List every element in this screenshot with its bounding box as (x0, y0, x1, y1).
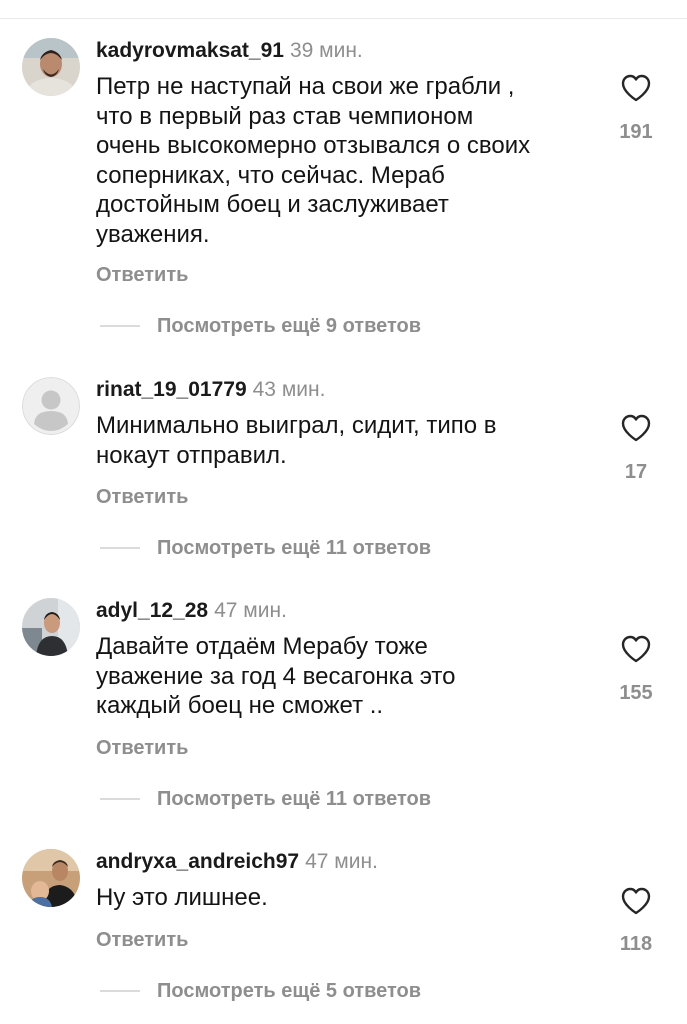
heart-outline-icon (621, 414, 651, 442)
comment-text: Ну это лишнее. (96, 884, 268, 911)
thread-line (100, 990, 140, 992)
timestamp: 47 мин. (305, 850, 378, 873)
like-button[interactable] (612, 887, 660, 915)
thread-line (100, 798, 140, 800)
view-replies-button[interactable]: Посмотреть ещё 5 ответов (100, 979, 421, 1003)
reply-button[interactable]: Ответить (96, 929, 188, 952)
avatar[interactable] (22, 377, 80, 435)
comment-header: rinat_19_01779 43 мин. (96, 377, 325, 403)
view-replies-button[interactable]: Посмотреть ещё 11 ответов (100, 536, 431, 560)
like-count: 118 (619, 933, 653, 955)
timestamp: 47 мин. (214, 599, 287, 622)
timestamp: 39 мин. (289, 39, 363, 62)
avatar-photo (22, 598, 80, 656)
comment-text: Давайте отдаём Мерабу тоже уважение за г… (96, 633, 456, 719)
view-replies-label: Посмотреть ещё 11 ответов (157, 536, 432, 559)
username[interactable]: adyl_12_28 (96, 599, 208, 622)
like-button[interactable] (612, 74, 660, 102)
comment-header: andryxa_andreich97 47 мин. (96, 849, 378, 875)
thread-line (100, 547, 140, 549)
heart-outline-icon (621, 887, 651, 915)
avatar[interactable] (22, 849, 80, 907)
timestamp: 43 мин. (252, 378, 326, 401)
avatar[interactable] (22, 38, 80, 96)
reply-button[interactable]: Ответить (96, 737, 188, 760)
view-replies-label: Посмотреть ещё 9 ответов (157, 314, 422, 337)
avatar[interactable] (22, 598, 80, 656)
username[interactable]: andryxa_andreich97 (96, 850, 299, 873)
comment-text: Минимально выиграл, сидит, типо в нокаут… (96, 412, 497, 469)
heart-outline-icon (621, 635, 651, 663)
like-count: 155 (619, 682, 653, 704)
view-replies-label: Посмотреть ещё 5 ответов (157, 979, 422, 1002)
person-silhouette-icon (22, 377, 80, 435)
like-count: 191 (619, 121, 653, 143)
like-button[interactable] (612, 635, 660, 663)
view-replies-button[interactable]: Посмотреть ещё 11 ответов (100, 787, 431, 811)
comment-text: Петр не наступай на свои же грабли , что… (96, 73, 531, 248)
view-replies-label: Посмотреть ещё 11 ответов (157, 787, 432, 810)
view-replies-button[interactable]: Посмотреть ещё 9 ответов (100, 314, 421, 338)
like-count: 17 (624, 461, 648, 483)
comment-header: kadyrovmaksat_91 39 мин. (96, 38, 363, 64)
like-button[interactable] (612, 414, 660, 442)
heart-outline-icon (621, 74, 651, 102)
avatar-photo (22, 849, 80, 907)
comment-header: adyl_12_28 47 мин. (96, 598, 287, 624)
username[interactable]: rinat_19_01779 (96, 378, 247, 401)
top-divider (0, 18, 687, 19)
reply-button[interactable]: Ответить (96, 486, 188, 509)
reply-button[interactable]: Ответить (96, 264, 188, 287)
username[interactable]: kadyrovmaksat_91 (96, 39, 284, 62)
thread-line (100, 325, 140, 327)
avatar-photo (22, 38, 80, 96)
